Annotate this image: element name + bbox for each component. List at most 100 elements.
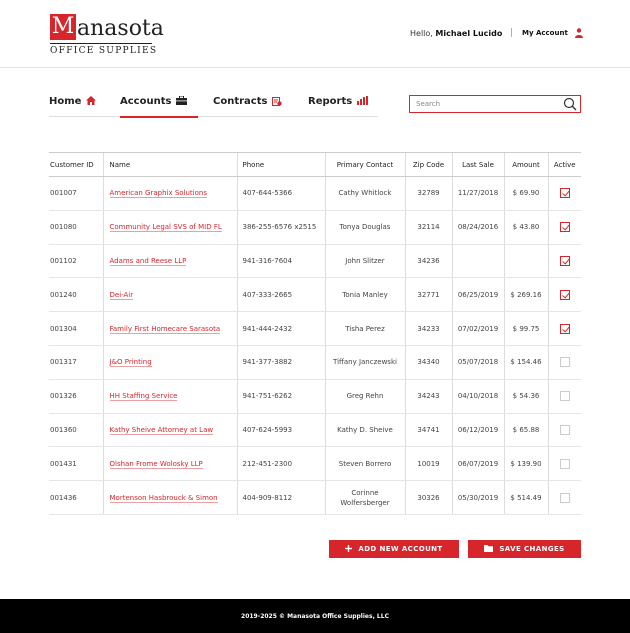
- folder-icon: [484, 544, 494, 554]
- account-name-link[interactable]: J&O Printing: [109, 358, 152, 368]
- cell-last-sale: [451, 244, 504, 279]
- account-name-link[interactable]: Olshan Frome Wolosky LLP: [109, 459, 203, 469]
- cell-amount: $ 54.36: [503, 379, 548, 414]
- cell-customer-id: 001431: [49, 446, 103, 482]
- cell-zip-code: 34741: [404, 413, 452, 448]
- cell-name: American Graphix Solutions: [102, 176, 237, 211]
- save-changes-button[interactable]: SAVE CHANGES: [468, 540, 581, 558]
- table-row[interactable]: 001326 HH Staffing Service 941-751-6262 Gre…: [49, 379, 581, 414]
- account-name-link[interactable]: Family First Homecare Sarasota: [109, 324, 221, 334]
- home-icon: [86, 96, 97, 108]
- col-customer-id[interactable]: Customer ID: [49, 152, 103, 177]
- search-icon[interactable]: [563, 97, 577, 111]
- active-checkbox[interactable]: [559, 188, 570, 199]
- nav-reports-label: Reports: [308, 96, 353, 107]
- logo-letter: M: [50, 14, 76, 40]
- nav-home-label: Home: [49, 96, 82, 107]
- cell-zip-code: 30326: [404, 480, 452, 515]
- cell-active: [547, 413, 581, 448]
- active-checkbox[interactable]: [559, 289, 570, 300]
- active-checkbox[interactable]: [559, 424, 570, 435]
- nav-accounts[interactable]: Accounts: [120, 95, 199, 118]
- cell-zip-code: 32771: [404, 277, 452, 313]
- my-account-link[interactable]: My Account: [522, 29, 568, 37]
- nav-home[interactable]: Home: [49, 96, 97, 116]
- col-name[interactable]: Name: [102, 152, 237, 177]
- active-checkbox[interactable]: [559, 323, 570, 334]
- cell-last-sale: 04/10/2018: [451, 379, 504, 414]
- cell-phone: 941-316-7604: [236, 244, 325, 279]
- cell-amount: $ 269.16: [503, 277, 548, 313]
- col-active[interactable]: Active: [547, 152, 581, 177]
- cell-amount: $ 139.90: [503, 446, 548, 482]
- nav-contracts-label: Contracts: [213, 96, 268, 107]
- cell-last-sale: 07/02/2019: [451, 311, 504, 346]
- account-name-link[interactable]: Kathy Sheive Attorney at Law: [109, 425, 214, 435]
- bar-chart-icon: [357, 96, 369, 108]
- user-icon[interactable]: [575, 28, 583, 38]
- nav-contracts[interactable]: Contracts: [213, 96, 283, 116]
- cell-zip-code: 34243: [404, 379, 452, 414]
- cell-active: [547, 345, 581, 380]
- cell-phone: 407-333-2665: [236, 277, 325, 313]
- col-phone[interactable]: Phone: [236, 152, 325, 177]
- main-nav: Home Accounts Contracts Reports: [49, 95, 378, 118]
- account-name-link[interactable]: Adams and Reese LLP: [109, 256, 187, 266]
- account-name-link[interactable]: Community Legal SVS of MID FL: [109, 223, 222, 233]
- account-name-link[interactable]: Mortenson Hasbrouck & Simon: [109, 493, 218, 503]
- active-checkbox[interactable]: [559, 222, 570, 233]
- table-row[interactable]: 001317 J&O Printing 941-377-3882 Tiffany Ja…: [49, 345, 581, 380]
- save-changes-label: SAVE CHANGES: [499, 545, 565, 553]
- table-row[interactable]: 001080 Community Legal SVS of MID FL 386-2…: [49, 210, 581, 245]
- cell-customer-id: 001317: [49, 345, 103, 380]
- cell-zip-code: 32114: [404, 210, 452, 245]
- contract-icon: [272, 96, 283, 109]
- table-row[interactable]: 001240 Dei-Air 407-333-2665 Tonia Manley 327…: [49, 277, 581, 313]
- table-row[interactable]: 001007 American Graphix Solutions 407-644-…: [49, 176, 581, 211]
- active-checkbox[interactable]: [559, 391, 570, 402]
- table-header-row: Customer ID Name Phone Primary Contact Z…: [49, 152, 581, 177]
- col-zip-code[interactable]: Zip Code: [404, 152, 452, 177]
- table-row[interactable]: 001102 Adams and Reese LLP 941-316-7604 Joh…: [49, 244, 581, 279]
- active-checkbox[interactable]: [559, 458, 570, 469]
- col-amount[interactable]: Amount: [503, 152, 548, 177]
- add-new-account-label: ADD NEW ACCOUNT: [358, 545, 443, 553]
- col-last-sale[interactable]: Last Sale: [451, 152, 504, 177]
- cell-customer-id: 001007: [49, 176, 103, 211]
- cell-name: Olshan Frome Wolosky LLP: [102, 446, 237, 482]
- site-footer: 2019-2025 © Manasota Office Supplies, LL…: [0, 599, 630, 633]
- active-checkbox[interactable]: [559, 492, 570, 503]
- header-separator: |: [510, 28, 514, 38]
- logo[interactable]: M anasota OFFICE SUPPLIES: [50, 14, 164, 56]
- col-primary-contact[interactable]: Primary Contact: [324, 152, 405, 177]
- cell-customer-id: 001240: [49, 277, 103, 313]
- table-row[interactable]: 001431 Olshan Frome Wolosky LLP 212-451-23…: [49, 446, 581, 482]
- table-row[interactable]: 001304 Family First Homecare Sarasota 941-…: [49, 311, 581, 346]
- nav-reports[interactable]: Reports: [308, 96, 369, 116]
- cell-phone: 407-644-5366: [236, 176, 325, 211]
- account-name-link[interactable]: Dei-Air: [109, 290, 134, 300]
- account-name-link[interactable]: American Graphix Solutions: [109, 189, 207, 199]
- table-row[interactable]: 001360 Kathy Sheive Attorney at Law 407-62…: [49, 413, 581, 448]
- cell-active: [547, 311, 581, 346]
- add-new-account-button[interactable]: ADD NEW ACCOUNT: [329, 540, 459, 558]
- cell-amount: $ 69.90: [503, 176, 548, 211]
- cell-name: Community Legal SVS of MID FL: [102, 210, 237, 245]
- greeting-text: Hello,: [410, 29, 433, 38]
- cell-name: Family First Homecare Sarasota: [102, 311, 237, 346]
- cell-phone: 404-909-8112: [236, 480, 325, 515]
- active-checkbox[interactable]: [559, 255, 570, 266]
- cell-name: Mortenson Hasbrouck & Simon: [102, 480, 237, 515]
- greeting: Hello, Michael Lucido: [410, 29, 502, 38]
- cell-primary-contact: Cathy Whitlock: [324, 176, 405, 211]
- briefcase-icon: [176, 95, 188, 108]
- logo-wordmark: M anasota: [50, 14, 164, 40]
- table-row[interactable]: 001436 Mortenson Hasbrouck & Simon 404-909…: [49, 480, 581, 515]
- active-checkbox[interactable]: [559, 357, 570, 368]
- cell-phone: 386-255-6576 x2515: [236, 210, 325, 245]
- account-name-link[interactable]: HH Staffing Service: [109, 392, 178, 402]
- cell-amount: $ 154.46: [503, 345, 548, 380]
- search-input[interactable]: [416, 98, 556, 110]
- cell-last-sale: 06/07/2019: [451, 446, 504, 482]
- logo-divider: [50, 43, 152, 44]
